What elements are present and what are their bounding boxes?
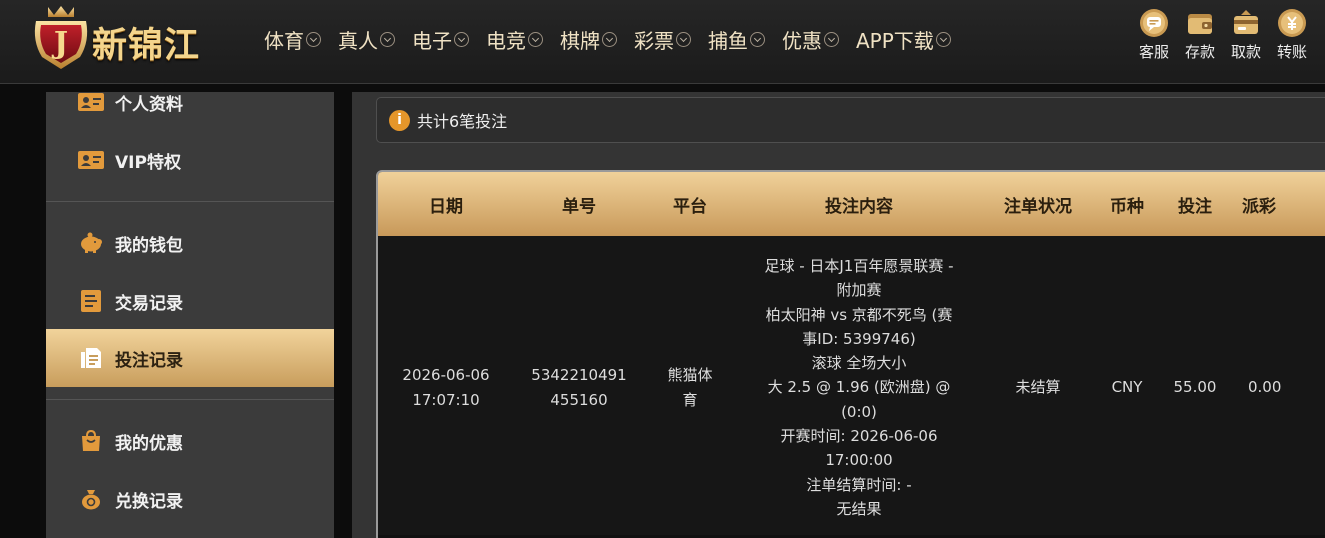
- profile-card-icon: [78, 91, 104, 113]
- chevron-down-icon: [306, 31, 321, 47]
- deposit-button[interactable]: 存款: [1177, 8, 1223, 62]
- nav-sports[interactable]: 体育: [264, 24, 321, 54]
- sidebar-item-redeem-records[interactable]: 兑换记录: [46, 470, 334, 528]
- chevron-down-icon: [380, 31, 395, 47]
- sidebar-item-my-offers[interactable]: 我的优惠: [46, 412, 334, 470]
- account-sidebar: 个人资料 VIP特权 我的钱包 交易记录 投注记录 我的优惠 兑换记录: [46, 92, 334, 538]
- sidebar-divider: [46, 399, 334, 400]
- cell-date: 2026-06-06 17:07:10: [378, 236, 514, 536]
- brand-name: 新锦江: [92, 26, 201, 66]
- sidebar-item-vip[interactable]: VIP特权: [46, 131, 334, 189]
- chevron-down-icon: [528, 31, 543, 47]
- nav-live-casino[interactable]: 真人: [338, 24, 395, 54]
- nav-lottery[interactable]: 彩票: [634, 24, 691, 54]
- withdraw-icon: [1234, 10, 1258, 34]
- bet-count-notice: i 共计6笔投注: [376, 97, 1325, 143]
- info-icon: i: [389, 109, 410, 131]
- money-bag-icon: [78, 488, 104, 510]
- chevron-down-icon: [602, 31, 617, 47]
- nav-app-download[interactable]: APP下载: [856, 24, 951, 54]
- header-stake: 投注: [1160, 172, 1230, 236]
- table-row[interactable]: 2026-06-06 17:07:10 5342210491 455160 熊猫…: [378, 236, 1325, 536]
- main-nav: 体育 真人 电子 电竞 棋牌 彩票 捕鱼 优惠 APP下载: [264, 24, 968, 54]
- sidebar-item-wallet[interactable]: 我的钱包: [46, 214, 334, 272]
- header-bet-content: 投注内容: [736, 172, 982, 236]
- nav-fishing[interactable]: 捕鱼: [708, 24, 765, 54]
- cell-order-no: 5342210491 455160: [514, 236, 644, 536]
- cell-bet-content: 足球 - 日本J1百年愿景联赛 - 附加赛 柏太阳神 vs 京都不死鸟 (赛 事…: [736, 236, 982, 536]
- chevron-down-icon: [454, 31, 469, 47]
- header-currency: 币种: [1094, 172, 1160, 236]
- cell-stake: 55.00: [1160, 236, 1230, 536]
- vip-card-icon: [78, 149, 104, 171]
- chevron-down-icon: [750, 31, 765, 47]
- shield-emblem-icon: J: [34, 6, 88, 69]
- nav-esports[interactable]: 电竞: [486, 24, 543, 54]
- gift-bag-icon: [78, 430, 104, 452]
- transfer-icon: [1278, 9, 1306, 37]
- header-status: 注单状况: [982, 172, 1094, 236]
- document-icon: [78, 290, 104, 312]
- nav-card-games[interactable]: 棋牌: [560, 24, 617, 54]
- table-header-row: 日期 单号 平台 投注内容 注单状况 币种 投注 派彩: [378, 172, 1325, 236]
- chevron-down-icon: [824, 31, 839, 47]
- sidebar-item-bet-records[interactable]: 投注记录: [46, 329, 334, 387]
- brand-logo[interactable]: J 新锦江: [28, 3, 233, 71]
- piggy-bank-icon: [78, 232, 104, 254]
- header-date: 日期: [378, 172, 514, 236]
- sidebar-divider: [46, 201, 334, 202]
- quick-tools: 客服 存款 取款 转账: [1131, 8, 1315, 62]
- notice-text: 共计6笔投注: [417, 112, 508, 131]
- nav-slots[interactable]: 电子: [412, 24, 469, 54]
- chevron-down-icon: [676, 31, 691, 47]
- top-navigation-bar: J 新锦江 体育 真人 电子 电竞 棋牌 彩票 捕鱼 优惠 APP下载 客服 存…: [0, 0, 1325, 84]
- nav-promotions[interactable]: 优惠: [782, 24, 839, 54]
- customer-service-button[interactable]: 客服: [1131, 8, 1177, 62]
- transfer-button[interactable]: 转账: [1269, 8, 1315, 62]
- svg-text:J: J: [51, 26, 68, 61]
- bet-records-table: 日期 单号 平台 投注内容 注单状况 币种 投注 派彩 2026-06-06 1…: [376, 170, 1325, 538]
- header-platform: 平台: [644, 172, 736, 236]
- header-order-no: 单号: [514, 172, 644, 236]
- cell-platform: 熊猫体 育: [644, 236, 736, 536]
- main-content: i 共计6笔投注 日期 单号 平台 投注内容 注单状况 币种 投注 派彩 202…: [352, 92, 1325, 538]
- chevron-down-icon: [935, 31, 951, 47]
- withdraw-button[interactable]: 取款: [1223, 8, 1269, 62]
- wallet-icon: [1188, 14, 1212, 34]
- cell-currency: CNY: [1094, 236, 1160, 536]
- chat-icon: [1140, 9, 1168, 37]
- cell-payout: 0.00: [1230, 236, 1325, 536]
- sidebar-item-transactions[interactable]: 交易记录: [46, 272, 334, 330]
- header-payout: 派彩: [1230, 172, 1325, 236]
- bet-record-icon: [78, 347, 104, 369]
- sidebar-item-profile[interactable]: 个人资料: [46, 73, 334, 131]
- cell-status: 未结算: [982, 236, 1094, 536]
